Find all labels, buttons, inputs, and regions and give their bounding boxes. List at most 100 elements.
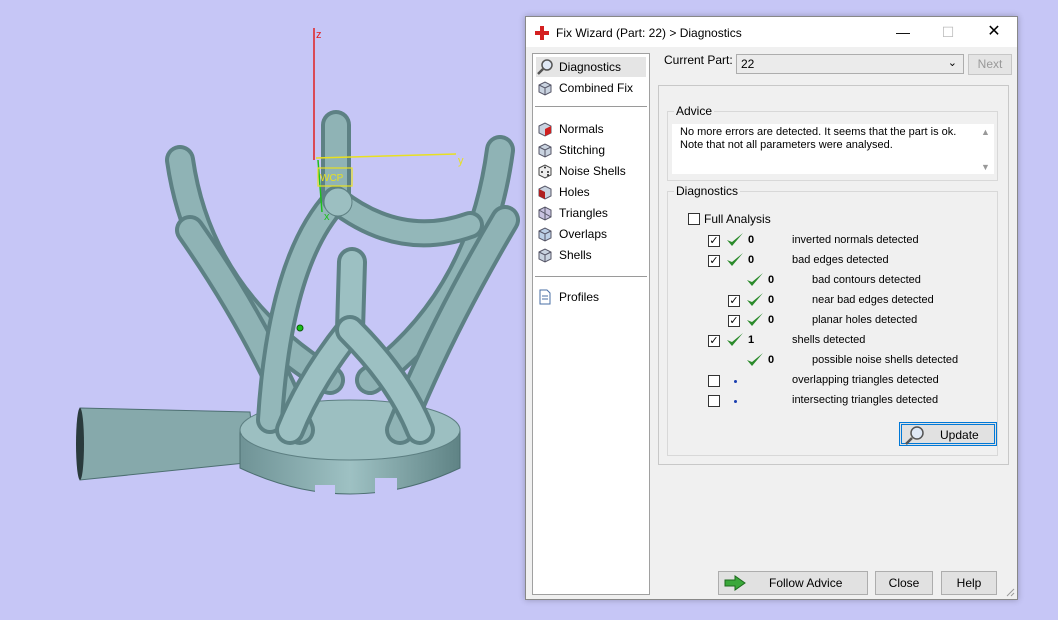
follow-advice-button[interactable]: Follow Advice bbox=[718, 571, 868, 595]
green-check-icon bbox=[747, 313, 763, 326]
minimize-button[interactable]: — bbox=[880, 17, 926, 47]
full-analysis-checkbox[interactable] bbox=[688, 213, 700, 225]
green-check-icon bbox=[727, 333, 743, 346]
row-checkbox[interactable]: ✓ bbox=[728, 315, 740, 327]
fix-wizard-dialog: Fix Wizard (Part: 22) > Diagnostics — ☐ … bbox=[525, 16, 1018, 600]
sidebar-item-label: Profiles bbox=[559, 290, 600, 304]
sidebar-item-holes[interactable]: Holes bbox=[536, 182, 646, 202]
cube-icon bbox=[538, 81, 552, 96]
magnifier-icon bbox=[905, 426, 924, 445]
sidebar-divider bbox=[535, 276, 647, 277]
resize-grip-icon[interactable] bbox=[1005, 587, 1015, 597]
close-button[interactable]: Close bbox=[875, 571, 933, 595]
row-count: 0 bbox=[768, 354, 775, 366]
chevron-down-icon: ⌄ bbox=[947, 57, 957, 69]
sidebar-item-label: Stitching bbox=[559, 143, 606, 157]
sidebar-item-label: Shells bbox=[559, 248, 592, 262]
row-checkbox[interactable]: ✓ bbox=[708, 335, 720, 347]
follow-advice-label: Follow Advice bbox=[769, 576, 843, 590]
sidebar-item-label: Combined Fix bbox=[559, 81, 634, 95]
wizard-sidebar: Diagnostics Combined Fix Normals Stitchi… bbox=[532, 53, 650, 595]
green-arrow-right-icon bbox=[724, 575, 746, 591]
row-label: planar holes detected bbox=[812, 314, 918, 326]
minimize-icon: — bbox=[896, 24, 910, 40]
triangles-cube-icon bbox=[538, 206, 552, 221]
row-count: 1 bbox=[748, 334, 755, 346]
row-count: 0 bbox=[768, 314, 775, 326]
row-label: shells detected bbox=[792, 334, 866, 346]
green-check-icon bbox=[727, 253, 743, 266]
part-model-render: z y x WCP bbox=[76, 28, 520, 507]
sidebar-divider bbox=[535, 106, 647, 107]
model-arms bbox=[165, 110, 520, 445]
z-axis-label: z bbox=[316, 29, 322, 41]
sidebar-item-profiles[interactable]: Profiles bbox=[536, 287, 646, 307]
sidebar-item-label: Overlaps bbox=[559, 227, 608, 241]
magnifier-icon bbox=[537, 59, 553, 75]
row-label: intersecting triangles detected bbox=[792, 394, 939, 406]
scroll-down-icon[interactable]: ▼ bbox=[981, 161, 990, 174]
overlaps-cube-icon bbox=[538, 227, 552, 242]
row-checkbox[interactable] bbox=[708, 395, 720, 407]
row-checkbox[interactable]: ✓ bbox=[708, 235, 720, 247]
help-button[interactable]: Help bbox=[941, 571, 997, 595]
sidebar-item-label: Holes bbox=[559, 185, 590, 199]
full-analysis-label: Full Analysis bbox=[704, 212, 771, 226]
sidebar-item-overlaps[interactable]: Overlaps bbox=[536, 224, 646, 244]
sidebar-item-noise-shells[interactable]: Noise Shells bbox=[536, 161, 646, 181]
row-count: 0 bbox=[748, 254, 755, 266]
sidebar-item-stitching[interactable]: Stitching bbox=[536, 140, 646, 160]
advice-line: No more errors are detected. It seems th… bbox=[680, 126, 957, 138]
green-check-icon bbox=[747, 293, 763, 306]
maximize-button[interactable]: ☐ bbox=[925, 17, 971, 47]
row-checkbox[interactable]: ✓ bbox=[728, 295, 740, 307]
update-button[interactable]: Update bbox=[899, 422, 997, 446]
update-button-label: Update bbox=[940, 428, 979, 442]
sidebar-item-label: Noise Shells bbox=[559, 164, 626, 178]
close-icon: ✕ bbox=[987, 23, 1001, 40]
y-axis-label: y bbox=[458, 155, 464, 167]
row-count: 0 bbox=[748, 234, 755, 246]
red-cross-icon bbox=[535, 26, 549, 40]
sidebar-item-label: Diagnostics bbox=[559, 60, 622, 74]
row-label: bad contours detected bbox=[812, 274, 921, 286]
title-bar[interactable]: Fix Wizard (Part: 22) > Diagnostics — ☐ … bbox=[526, 17, 1017, 47]
row-checkbox[interactable] bbox=[708, 375, 720, 387]
row-checkbox[interactable]: ✓ bbox=[708, 255, 720, 267]
advice-group: Advice No more errors are detected. It s… bbox=[667, 104, 998, 181]
close-window-button[interactable]: ✕ bbox=[971, 17, 1017, 47]
current-part-value: 22 bbox=[741, 57, 755, 71]
green-check-icon bbox=[747, 273, 763, 286]
holes-cube-icon bbox=[538, 185, 552, 200]
advice-text-box[interactable]: No more errors are detected. It seems th… bbox=[672, 124, 994, 174]
document-icon bbox=[539, 289, 551, 305]
x-axis-label: x bbox=[324, 211, 330, 223]
advice-line: Note that not all parameters were analys… bbox=[680, 139, 893, 151]
diagnostics-group-title: Diagnostics bbox=[674, 184, 741, 198]
sidebar-item-label: Triangles bbox=[559, 206, 608, 220]
row-count: 0 bbox=[768, 294, 775, 306]
sidebar-item-triangles[interactable]: Triangles bbox=[536, 203, 646, 223]
row-label: bad edges detected bbox=[792, 254, 889, 266]
diagnostics-panel: Advice No more errors are detected. It s… bbox=[658, 85, 1009, 465]
row-label: overlapping triangles detected bbox=[792, 374, 939, 386]
row-label: inverted normals detected bbox=[792, 234, 919, 246]
row-count: 0 bbox=[768, 274, 775, 286]
sidebar-item-combined-fix[interactable]: Combined Fix bbox=[536, 78, 646, 98]
row-label: possible noise shells detected bbox=[812, 354, 959, 366]
shells-cube-icon bbox=[538, 248, 552, 263]
current-part-dropdown[interactable]: 22 ⌄ bbox=[736, 54, 964, 74]
diagnostics-group: Diagnostics Full Analysis ✓ 0 inverted nor… bbox=[667, 184, 998, 456]
sidebar-item-diagnostics[interactable]: Diagnostics bbox=[536, 57, 646, 77]
current-part-label: Current Part: bbox=[664, 53, 733, 67]
window-title: Fix Wizard (Part: 22) > Diagnostics bbox=[556, 26, 742, 40]
advice-scrollbar[interactable]: ▲ ▼ bbox=[977, 124, 994, 174]
advice-group-title: Advice bbox=[674, 104, 715, 118]
stitching-cube-icon bbox=[538, 143, 552, 158]
row-label: near bad edges detected bbox=[812, 294, 934, 306]
next-button[interactable]: Next bbox=[968, 54, 1012, 75]
scroll-up-icon[interactable]: ▲ bbox=[981, 126, 990, 139]
sidebar-item-shells[interactable]: Shells bbox=[536, 245, 646, 265]
sidebar-item-normals[interactable]: Normals bbox=[536, 119, 646, 139]
green-check-icon bbox=[727, 233, 743, 246]
